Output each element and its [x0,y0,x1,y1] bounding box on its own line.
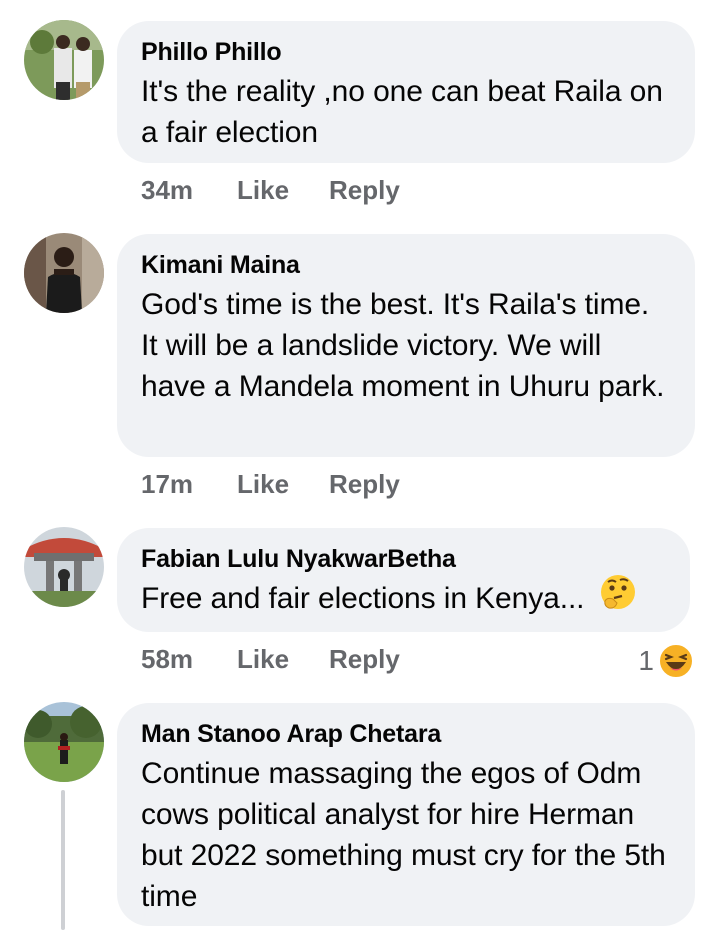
comment-text-content: Free and fair elections in Kenya... [141,582,585,615]
comment-actions: 34m Like Reply [141,175,441,211]
comment-time[interactable]: 58m [141,644,193,675]
avatar[interactable] [24,702,104,782]
comment-bubble: Phillo Phillo It's the reality ,no one c… [117,21,695,163]
comment-time[interactable]: 34m [141,175,193,206]
comment-actions: 17m Like Reply [141,469,441,505]
avatar[interactable] [24,527,104,607]
comment-text: Continue massaging the egos of Odm cows … [141,757,666,913]
reaction-summary[interactable]: 1 [600,643,696,679]
reply-button[interactable]: Reply [329,644,400,675]
comment-text: God's time is the best. It's Raila's tim… [141,288,665,403]
reply-button[interactable]: Reply [329,469,400,500]
comment-author[interactable]: Fabian Lulu NyakwarBetha [141,544,666,574]
comment-bubble: Kimani Maina God's time is the best. It'… [117,234,695,457]
haha-reaction-icon [658,643,694,686]
comment-bubble: Man Stanoo Arap Chetara Continue massagi… [117,703,695,926]
like-button[interactable]: Like [237,644,289,675]
comment-bubble: Fabian Lulu NyakwarBetha Free and fair e… [117,528,690,632]
reply-thread-line [61,790,65,930]
reaction-count: 1 [638,645,654,676]
thinking-face-emoji [599,573,637,622]
comment-text: Free and fair elections in Kenya... [141,574,666,622]
comment-text: It's the reality ,no one can beat Raila … [141,75,663,149]
avatar[interactable] [24,233,104,313]
comment-actions: 58m Like Reply [141,644,441,680]
comment-author[interactable]: Phillo Phillo [141,37,671,67]
avatar[interactable] [24,20,104,100]
comment-author[interactable]: Man Stanoo Arap Chetara [141,719,671,749]
reply-button[interactable]: Reply [329,175,400,206]
like-button[interactable]: Like [237,469,289,500]
comment-time[interactable]: 17m [141,469,193,500]
like-button[interactable]: Like [237,175,289,206]
comment-author[interactable]: Kimani Maina [141,250,671,280]
